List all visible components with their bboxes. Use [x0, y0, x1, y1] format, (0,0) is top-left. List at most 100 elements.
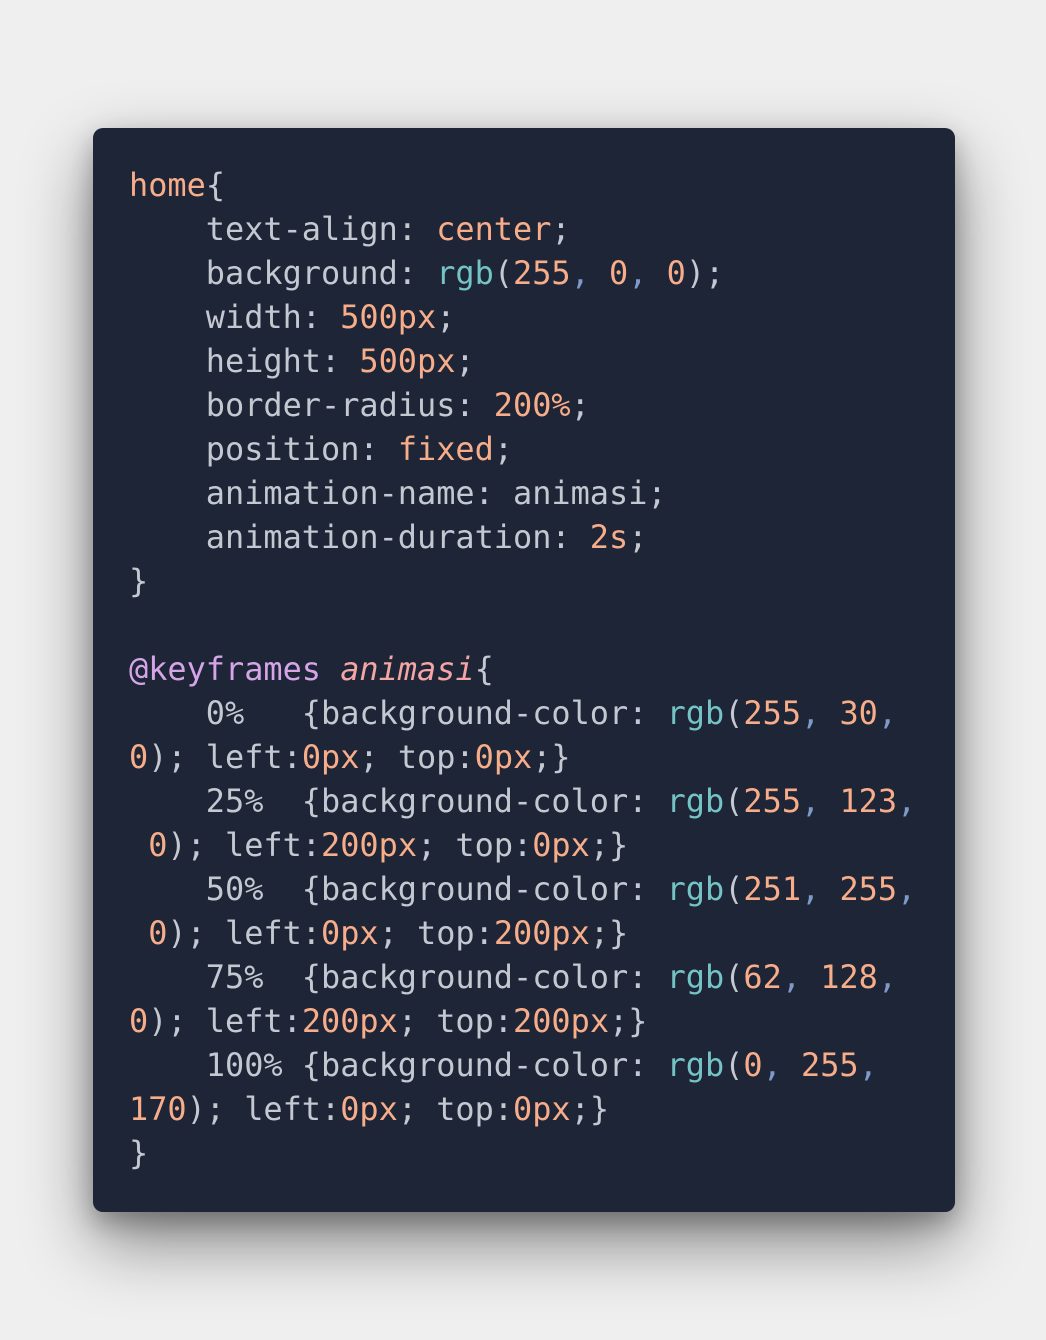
code-block: home{ text-align: center; background: rg… — [129, 163, 916, 1175]
code-token: rgb — [436, 254, 494, 292]
code-token: 255 — [801, 1046, 859, 1084]
code-token: text-align: — [129, 210, 437, 248]
code-line: 100% {background-color: rgb(0, 255, — [129, 1043, 916, 1087]
code-token: ;} — [609, 1002, 648, 1040]
code-token: rgb — [666, 1046, 725, 1084]
code-token: 200% — [493, 386, 571, 424]
code-token: background: — [129, 254, 437, 292]
code-token: ); left: — [148, 738, 302, 776]
code-token: 0 — [129, 1002, 149, 1040]
code-line: 50% {background-color: rgb(251, 255, — [129, 867, 916, 911]
code-token: @keyframes — [129, 650, 341, 688]
code-token: ; top: — [397, 1090, 514, 1128]
code-line: 0); left:0px; top:200px;} — [129, 911, 916, 955]
code-token: ); — [685, 254, 725, 292]
code-token: , — [762, 1046, 802, 1084]
code-token: , — [897, 870, 917, 908]
code-token: ; top: — [378, 914, 494, 952]
code-line: animation-name: animasi; — [129, 471, 916, 515]
code-token: 0 — [743, 1046, 763, 1084]
code-token: animasi — [340, 650, 475, 688]
code-token: ; top: — [397, 1002, 514, 1040]
code-line: border-radius: 200%; — [129, 383, 916, 427]
code-token: height: — [129, 342, 360, 380]
code-token: 200px — [493, 914, 590, 952]
code-token: 50% {background-color: — [129, 870, 667, 908]
code-token: , — [628, 254, 667, 292]
code-token: fixed — [397, 430, 494, 468]
code-token: 0px — [513, 1090, 571, 1128]
code-token: ( — [724, 870, 744, 908]
code-token: 170 — [129, 1090, 187, 1128]
code-token: ; top: — [417, 826, 533, 864]
code-line: animation-duration: 2s; — [129, 515, 916, 559]
code-token: 0 — [609, 254, 629, 292]
code-line: } — [129, 559, 916, 603]
code-token: ); left: — [167, 914, 322, 952]
code-line: position: fixed; — [129, 427, 916, 471]
code-token: ; — [455, 342, 475, 380]
code-token: rgb — [666, 782, 725, 820]
code-token: home — [129, 166, 206, 204]
code-token: ;} — [589, 826, 629, 864]
code-token: ;} — [532, 738, 571, 776]
code-token: 128 — [820, 958, 878, 996]
code-line: 0% {background-color: rgb(255, 30, — [129, 691, 916, 735]
code-token: 0 — [666, 254, 686, 292]
code-token: 255 — [513, 254, 571, 292]
code-token: , — [877, 958, 898, 996]
code-token: 200px — [513, 1002, 610, 1040]
code-line: height: 500px; — [129, 339, 916, 383]
code-token: 0 — [148, 826, 168, 864]
code-line: 25% {background-color: rgb(255, 123, — [129, 779, 916, 823]
code-token: ; — [551, 210, 571, 248]
code-token: 0% {background-color: — [129, 694, 667, 732]
code-token: , — [801, 782, 840, 820]
code-line: width: 500px; — [129, 295, 916, 339]
code-token: ; — [436, 298, 456, 336]
code-token: ( — [724, 1046, 744, 1084]
code-line: home{ — [129, 163, 916, 207]
code-token: 75% {background-color: — [129, 958, 667, 996]
code-token: 500px — [340, 298, 437, 336]
code-token: ; — [570, 386, 590, 424]
code-token: center — [436, 210, 552, 248]
code-line: 0); left:200px; top:0px;} — [129, 823, 916, 867]
code-token: ); left: — [186, 1090, 341, 1128]
code-token: 200px — [301, 1002, 398, 1040]
code-token: border-radius: — [129, 386, 494, 424]
code-token: animation-duration: — [129, 518, 590, 556]
code-token: rgb — [666, 870, 725, 908]
code-token: ( — [724, 958, 744, 996]
code-token: ;} — [589, 914, 629, 952]
code-token: } — [129, 562, 149, 600]
code-token: ; — [493, 430, 514, 468]
code-token: ( — [724, 694, 744, 732]
code-token: 2s — [589, 518, 629, 556]
code-token: ( — [493, 254, 514, 292]
code-token: ; — [628, 518, 648, 556]
code-token: 0px — [532, 826, 590, 864]
code-token: , — [801, 694, 840, 732]
code-token: , — [801, 870, 840, 908]
code-line: } — [129, 1131, 916, 1175]
code-token: ); left: — [148, 1002, 302, 1040]
code-token: } — [129, 1134, 149, 1172]
code-token: 62 — [743, 958, 782, 996]
code-token: 0px — [340, 1090, 398, 1128]
code-token: 25% {background-color: — [129, 782, 667, 820]
code-line: 0); left:200px; top:200px;} — [129, 999, 916, 1043]
code-token: , — [570, 254, 610, 292]
code-token: , — [781, 958, 821, 996]
code-token: ; top: — [359, 738, 475, 776]
code-token: , — [858, 1046, 878, 1084]
code-line: 0); left:0px; top:0px;} — [129, 735, 916, 779]
code-token: 200px — [321, 826, 418, 864]
code-token: , — [897, 782, 917, 820]
code-token: 30 — [839, 694, 878, 732]
code-token: { — [205, 166, 226, 204]
code-token: { — [474, 650, 494, 688]
